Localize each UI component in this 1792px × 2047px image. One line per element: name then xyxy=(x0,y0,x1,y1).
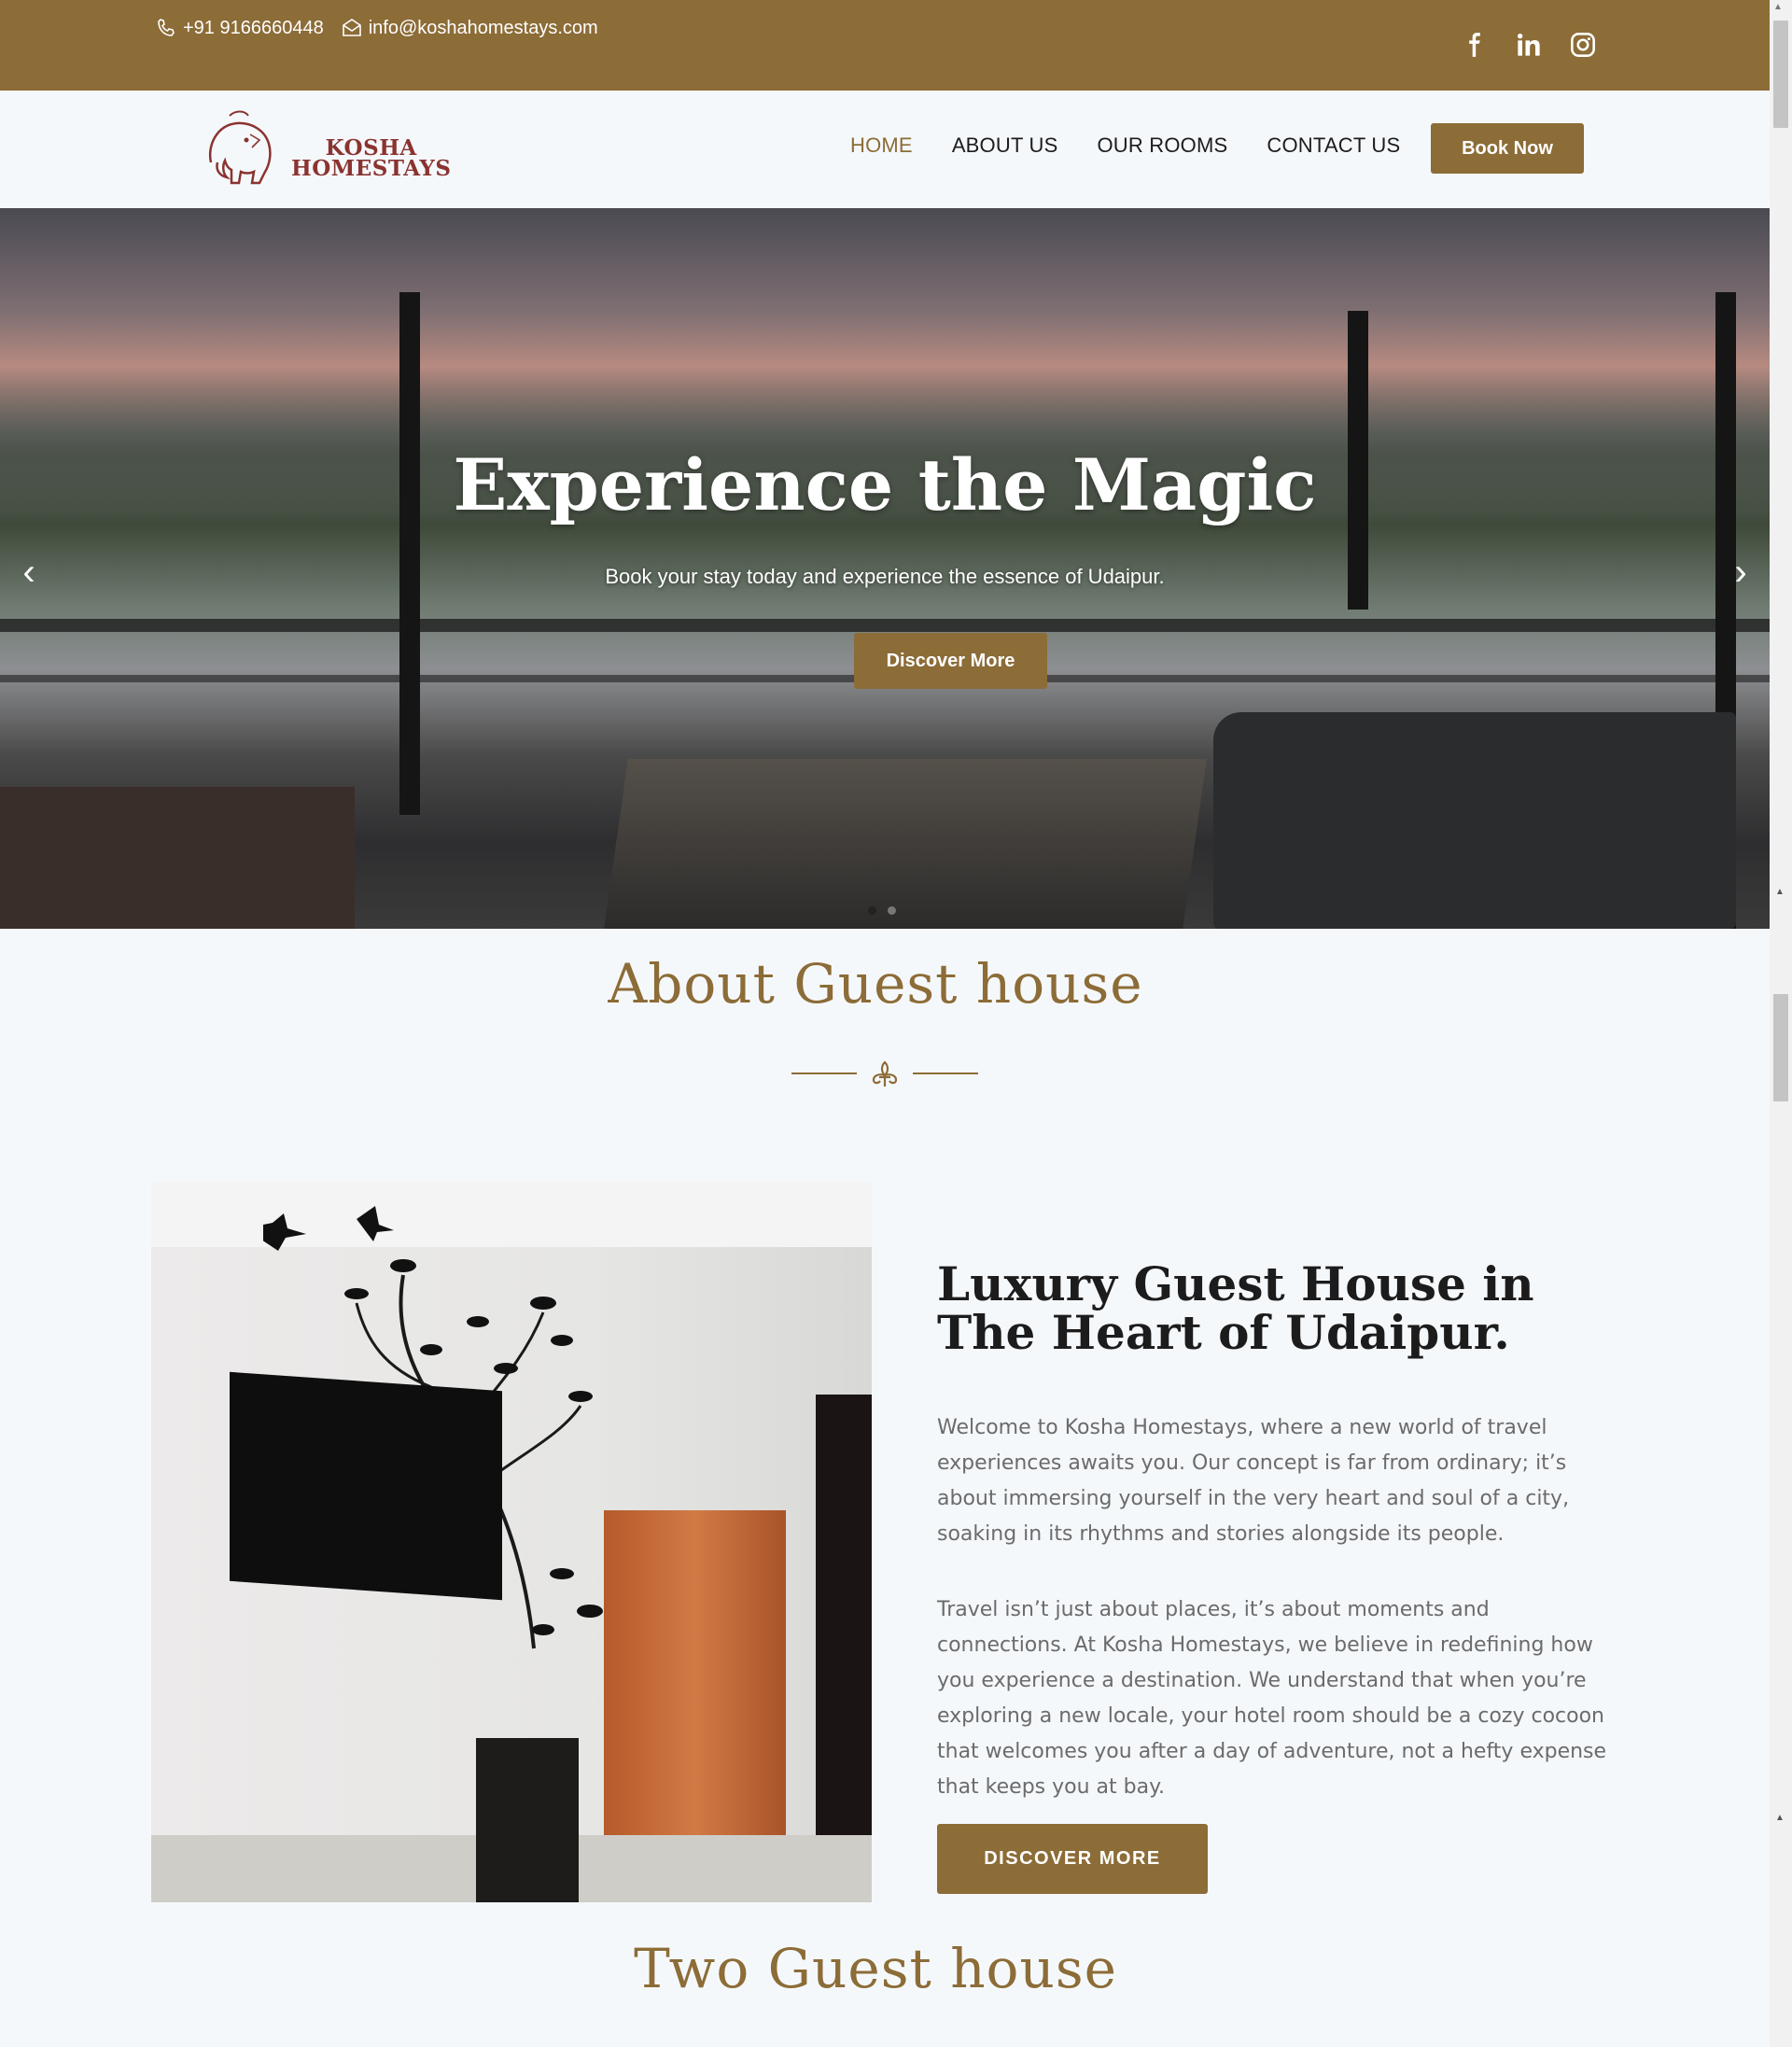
divider-line-right xyxy=(913,1073,978,1074)
scroll-up-icon[interactable]: ▲ xyxy=(1773,2,1783,12)
main-navigation: KOSHA HOMESTAYS HOME ABOUT US OUR ROOMS … xyxy=(0,91,1770,208)
about-paragraph-2: Travel isn’t just about places, it’s abo… xyxy=(937,1598,1607,1799)
divider-line-left xyxy=(791,1073,857,1074)
nav-item-home[interactable]: HOME xyxy=(850,133,913,158)
email-address: info@koshahomestays.com xyxy=(368,17,598,38)
two-guest-house-title: Two Guest house xyxy=(634,1937,1117,2000)
nav-item-about-us[interactable]: ABOUT US xyxy=(952,133,1058,158)
room-photo xyxy=(151,1182,872,1902)
facebook-icon[interactable] xyxy=(1462,32,1488,58)
email-link[interactable]: info@koshahomestays.com xyxy=(341,17,598,39)
site-logo[interactable]: KOSHA HOMESTAYS xyxy=(202,106,451,192)
room-door xyxy=(816,1395,872,1902)
phone-icon xyxy=(158,19,175,36)
scroll-marker-icon: ▲ xyxy=(1775,887,1785,897)
hero-subtitle: Book your stay today and experience the … xyxy=(605,565,1165,588)
slider-dots xyxy=(868,906,896,915)
slider-dot-2[interactable] xyxy=(888,906,896,915)
section-divider xyxy=(791,1060,978,1088)
about-section-title: About Guest house xyxy=(608,952,1143,1016)
scrollbar-thumb[interactable] xyxy=(1773,21,1788,128)
page-scrollbar[interactable]: ▲ ▲ ▲ xyxy=(1770,0,1792,2047)
hero-title: Experience the Magic xyxy=(453,443,1317,526)
elephant-logo-icon xyxy=(208,110,272,185)
nav-item-contact-us[interactable]: CONTACT US xyxy=(1267,133,1400,158)
room-tv xyxy=(230,1371,502,1601)
nav-item-our-rooms[interactable]: OUR ROOMS xyxy=(1097,133,1227,158)
hero-chair xyxy=(0,787,355,929)
linkedin-icon[interactable] xyxy=(1516,32,1542,58)
logo-line-2: HOMESTAYS xyxy=(291,156,452,181)
scrollbar-thumb-secondary[interactable] xyxy=(1773,994,1788,1101)
top-bar: +91 9166660448 info@koshahomestays.com xyxy=(0,0,1770,91)
fleur-de-lis-icon xyxy=(872,1060,898,1087)
instagram-icon[interactable] xyxy=(1570,32,1596,58)
hero-dining-table xyxy=(604,759,1207,929)
hero-railing xyxy=(0,619,1770,632)
logo-text: KOSHA HOMESTAYS xyxy=(291,137,452,181)
phone-link[interactable]: +91 9166660448 xyxy=(155,17,324,39)
nav-menu: HOME ABOUT US OUR ROOMS CONTACT US xyxy=(850,133,1400,158)
email-icon xyxy=(342,19,361,36)
phone-number: +91 9166660448 xyxy=(183,17,324,38)
contact-info: +91 9166660448 info@koshahomestays.com xyxy=(155,17,615,39)
social-links xyxy=(1462,32,1596,58)
about-paragraph-1: Welcome to Kosha Homestays, where a new … xyxy=(937,1416,1570,1546)
about-heading: Luxury Guest House in The Heart of Udaip… xyxy=(937,1256,1534,1360)
slider-next-icon[interactable]: › xyxy=(1727,554,1755,591)
discover-more-hero-button[interactable]: Discover More xyxy=(854,633,1047,689)
scroll-marker-icon: ▲ xyxy=(1775,1813,1785,1823)
discover-more-about-button[interactable]: DISCOVER MORE xyxy=(937,1824,1208,1894)
room-cabinet xyxy=(476,1738,579,1902)
lamp-post-left xyxy=(399,292,420,815)
hero-slider: Experience the Magic Book your stay toda… xyxy=(0,208,1770,929)
slider-prev-icon[interactable]: ‹ xyxy=(15,554,43,591)
hero-sofa xyxy=(1213,712,1736,929)
slider-dot-1[interactable] xyxy=(868,906,876,915)
book-now-button[interactable]: Book Now xyxy=(1431,123,1584,174)
